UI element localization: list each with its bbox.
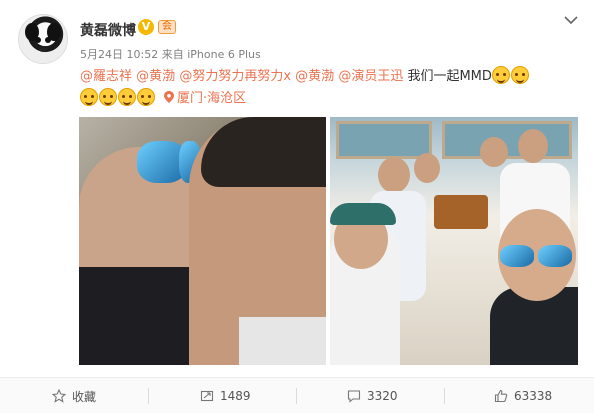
- comment-icon: [347, 390, 361, 403]
- action-bar: 收藏 1489 3320 63338: [0, 377, 594, 413]
- post-text: 我们一起MMD: [407, 69, 492, 84]
- post-photo-2[interactable]: [330, 117, 578, 365]
- photo-window: [336, 121, 432, 159]
- mention-link[interactable]: @黄渤: [136, 69, 175, 84]
- avatar-dog-nose: [39, 47, 47, 52]
- mention-link[interactable]: @羅志祥: [80, 69, 132, 84]
- photo-cap: [330, 203, 396, 225]
- photo-person-head: [480, 137, 508, 167]
- verified-badge-icon: V: [138, 19, 154, 35]
- photo-sunglasses-lens: [538, 245, 572, 267]
- mention-link[interactable]: @努力努力再努力x: [179, 69, 291, 84]
- favorite-button[interactable]: 收藏: [52, 378, 96, 413]
- photo-person-head: [378, 157, 410, 193]
- divider: [296, 388, 297, 404]
- repost-count: 1489: [220, 389, 251, 403]
- author-avatar[interactable]: [18, 14, 68, 64]
- favorite-label: 收藏: [72, 389, 97, 404]
- emoji-icon: [510, 66, 529, 84]
- photo-person-head: [414, 153, 440, 183]
- post-device[interactable]: iPhone 6 Plus: [187, 48, 261, 61]
- post-date[interactable]: 5月24日 10:52: [80, 48, 158, 61]
- divider: [444, 388, 445, 404]
- like-count: 63338: [514, 389, 553, 403]
- divider: [148, 388, 149, 404]
- emoji-icon: [99, 88, 117, 106]
- avatar-dog-eye: [45, 37, 51, 43]
- post-meta: 5月24日 10:52 来自 iPhone 6 Plus: [80, 46, 261, 62]
- repost-button[interactable]: 1489: [200, 378, 251, 413]
- photo-sunglasses-lens: [500, 245, 534, 267]
- via-prefix: 来自: [161, 48, 184, 61]
- comment-button[interactable]: 3320: [347, 378, 398, 413]
- post-photo-1[interactable]: [79, 117, 326, 365]
- thumbs-up-icon: [494, 389, 508, 403]
- author-name[interactable]: 黄磊微博: [80, 20, 136, 40]
- like-button[interactable]: 63338: [494, 378, 552, 413]
- location-link[interactable]: 厦门·海沧区: [177, 91, 246, 106]
- member-badge-icon[interactable]: 会: [158, 20, 176, 34]
- photo-person-head: [518, 129, 548, 163]
- mention-link[interactable]: @演员王迅: [338, 69, 403, 84]
- photo-table: [434, 195, 488, 229]
- emoji-icon: [80, 88, 98, 106]
- star-icon: [52, 389, 66, 403]
- photo-person-right-shirt: [239, 317, 326, 365]
- chevron-down-icon[interactable]: [563, 12, 579, 28]
- avatar-dog-eye: [35, 37, 41, 43]
- emoji-icon: [137, 88, 155, 106]
- photo-person-right-hair: [201, 117, 326, 187]
- location-pin-icon: [164, 91, 174, 103]
- repost-icon: [200, 390, 214, 402]
- comment-count: 3320: [367, 389, 398, 403]
- emoji-icon: [491, 66, 510, 84]
- photo-person-left-shirt: [79, 267, 189, 365]
- mention-link[interactable]: @黄渤: [295, 69, 334, 84]
- emoji-icon: [118, 88, 136, 106]
- post-content: @羅志祥 @黄渤 @努力努力再努力x @黄渤 @演员王迅 我们一起MMD 厦门·…: [80, 66, 580, 110]
